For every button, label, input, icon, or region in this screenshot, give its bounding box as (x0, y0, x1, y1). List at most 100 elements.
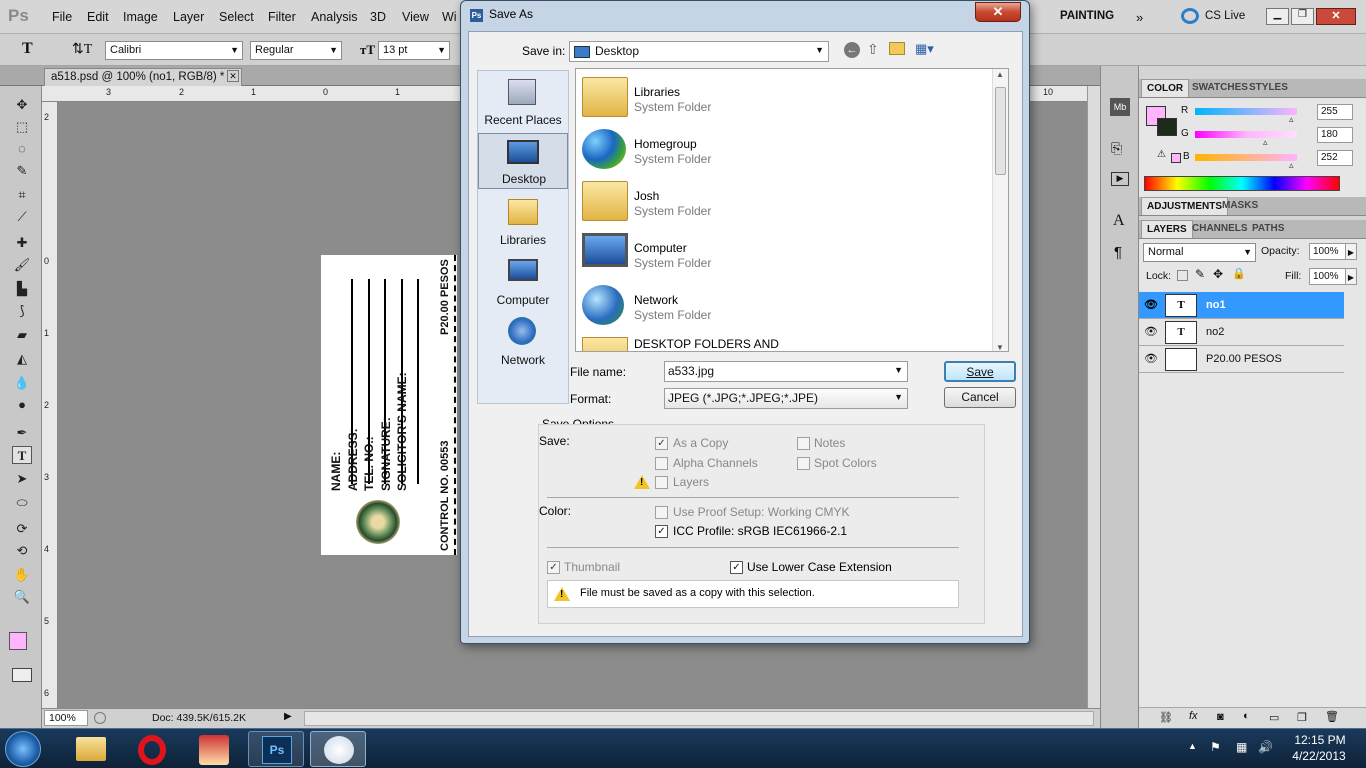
tab-color[interactable]: COLOR (1141, 79, 1190, 97)
gamut-swatch[interactable] (1171, 153, 1181, 163)
bucket-tool-icon[interactable]: ◭ (12, 350, 32, 368)
workspace-switcher[interactable]: PAINTING (1060, 10, 1114, 22)
icc-profile-checkbox[interactable]: ✓ (655, 525, 668, 538)
status-menu-arrow-icon[interactable]: ▶ (284, 711, 292, 722)
volume-icon[interactable]: 🔊 (1258, 740, 1273, 754)
stamp-tool-icon[interactable]: ▙ (12, 280, 32, 298)
save-in-select[interactable]: Desktop ▼ (569, 41, 829, 62)
font-size-select[interactable]: 13 pt ▼ (378, 41, 450, 60)
tab-masks[interactable]: MASKS (1217, 197, 1263, 215)
back-icon[interactable]: ← (844, 42, 860, 58)
tab-channels[interactable]: CHANNELS (1187, 220, 1253, 238)
filename-input[interactable]: a533.jpg ▼ (664, 361, 908, 382)
mini-bridge-icon[interactable]: Mb (1110, 98, 1130, 116)
clock-time[interactable]: 12:15 PM (1290, 733, 1350, 747)
view-menu-icon[interactable]: ▦▾ (915, 41, 934, 57)
3d-rotate-tool-icon[interactable]: ⟳ (12, 520, 32, 538)
color-ramp[interactable] (1144, 176, 1340, 191)
workspace-more-icon[interactable]: » (1136, 10, 1143, 25)
menu-file[interactable]: File (52, 10, 72, 24)
cancel-button[interactable]: Cancel (944, 387, 1016, 408)
show-hidden-icons[interactable]: ▲ (1188, 741, 1197, 751)
tab-paths[interactable]: PATHS (1247, 220, 1289, 238)
tab-adjustments[interactable]: ADJUSTMENTS (1141, 197, 1229, 215)
horizontal-scrollbar[interactable] (304, 711, 1094, 726)
menu-image[interactable]: Image (123, 10, 158, 24)
close-dialog-button[interactable]: ✕ (975, 2, 1021, 22)
blue-slider[interactable] (1195, 154, 1297, 161)
add-mask-icon[interactable]: ◙ (1217, 711, 1224, 723)
start-button[interactable] (5, 731, 41, 767)
link-layers-icon[interactable]: ⛓ (1159, 711, 1173, 724)
clock-date[interactable]: 4/22/2013 (1286, 749, 1352, 763)
zoom-tool-icon[interactable]: 🔍 (12, 588, 32, 606)
adjustment-layer-icon[interactable]: ◐ (1243, 710, 1250, 722)
scroll-thumb[interactable] (995, 87, 1006, 175)
menu-analysis[interactable]: Analysis (311, 10, 358, 24)
canvas-vertical-scrollbar[interactable] (1087, 86, 1100, 708)
layer-row[interactable]: 👁 T no1 (1139, 292, 1344, 319)
new-folder-icon[interactable] (889, 42, 905, 55)
minimize-button[interactable]: ▁ (1266, 8, 1289, 25)
lasso-tool-icon[interactable]: ◌ (12, 140, 32, 158)
lock-pixels-icon[interactable]: ✎ (1195, 267, 1205, 281)
character-icon[interactable]: A (1113, 212, 1125, 230)
visibility-eye-icon[interactable]: 👁 (1144, 325, 1158, 338)
document-tab[interactable]: a518.psd @ 100% (no1, RGB/8) * ✕ (44, 68, 242, 86)
file-list-scrollbar[interactable]: ▲ ▼ (992, 69, 1008, 351)
cs-live-menu[interactable]: CS Live (1205, 10, 1245, 22)
quick-select-tool-icon[interactable]: ✎ (12, 162, 32, 180)
action-center-icon[interactable]: ⚑ (1210, 740, 1221, 754)
red-slider-thumb[interactable]: ▵ (1289, 114, 1294, 125)
layer-row[interactable]: 👁 P20.00 PESOS (1139, 346, 1344, 373)
new-layer-icon[interactable]: ❐ (1297, 711, 1307, 724)
layer-row[interactable]: 👁 T no2 (1139, 319, 1344, 346)
paragraph-icon[interactable]: ¶ (1114, 244, 1122, 261)
place-computer[interactable]: Computer (478, 253, 568, 309)
place-network[interactable]: Network (478, 313, 568, 369)
brush-tool-icon[interactable]: 🖌 (12, 256, 32, 274)
pen-tool-icon[interactable]: ✒ (12, 424, 32, 442)
menu-layer[interactable]: Layer (173, 10, 204, 24)
lock-position-icon[interactable]: ✥ (1213, 267, 1223, 281)
lock-all-icon[interactable]: 🔒 (1232, 267, 1246, 280)
network-icon[interactable]: ▦ (1236, 740, 1247, 754)
game-taskbar-button[interactable] (186, 731, 242, 767)
file-item[interactable]: DESKTOP FOLDERS AND (576, 329, 996, 351)
menu-select[interactable]: Select (219, 10, 254, 24)
delete-layer-icon[interactable]: 🗑 (1325, 710, 1339, 723)
opacity-arrow-icon[interactable]: ▶ (1345, 243, 1357, 260)
lock-transparent-icon[interactable] (1177, 270, 1188, 281)
text-orientation-icon[interactable]: ⇅T (72, 41, 92, 58)
file-item[interactable]: Libraries System Folder (576, 69, 996, 121)
menu-edit[interactable]: Edit (87, 10, 109, 24)
place-libraries[interactable]: Libraries (478, 193, 568, 249)
eyedropper-tool-icon[interactable]: ⟋ (12, 208, 32, 226)
bg-color-swatch[interactable] (1157, 118, 1177, 136)
visibility-eye-icon[interactable]: 👁 (1144, 352, 1158, 365)
green-slider-thumb[interactable]: ▵ (1263, 137, 1268, 148)
horizontal-type-tool-icon[interactable]: T (12, 446, 32, 464)
paint-taskbar-button[interactable] (310, 731, 366, 767)
history-brush-tool-icon[interactable]: ⟆ (12, 302, 32, 320)
file-item[interactable]: Josh System Folder (576, 173, 996, 225)
restore-button[interactable]: ❐ (1291, 8, 1314, 25)
menu-3d[interactable]: 3D (370, 10, 386, 24)
move-tool-icon[interactable]: ✥ (12, 96, 32, 114)
healing-tool-icon[interactable]: ✚ (12, 234, 32, 252)
tab-layers[interactable]: LAYERS (1141, 220, 1193, 238)
lowercase-extension-checkbox[interactable]: ✓ (730, 561, 743, 574)
menu-view[interactable]: View (402, 10, 429, 24)
new-group-icon[interactable]: ▭ (1269, 711, 1279, 724)
place-recent[interactable]: Recent Places (478, 73, 568, 129)
eraser-tool-icon[interactable]: ▰ (12, 326, 32, 344)
explorer-taskbar-button[interactable] (62, 731, 118, 767)
quick-mask-icon[interactable] (12, 668, 32, 682)
type-tool-icon[interactable]: T (22, 40, 33, 58)
file-item[interactable]: Computer System Folder (576, 225, 996, 277)
blue-value[interactable]: 252 (1317, 150, 1353, 166)
blue-slider-thumb[interactable]: ▵ (1289, 160, 1294, 171)
format-select[interactable]: JPEG (*.JPG;*.JPEG;*.JPE) ▼ (664, 388, 908, 409)
red-slider[interactable] (1195, 108, 1297, 115)
blend-mode-select[interactable]: Normal ▼ (1143, 243, 1256, 262)
